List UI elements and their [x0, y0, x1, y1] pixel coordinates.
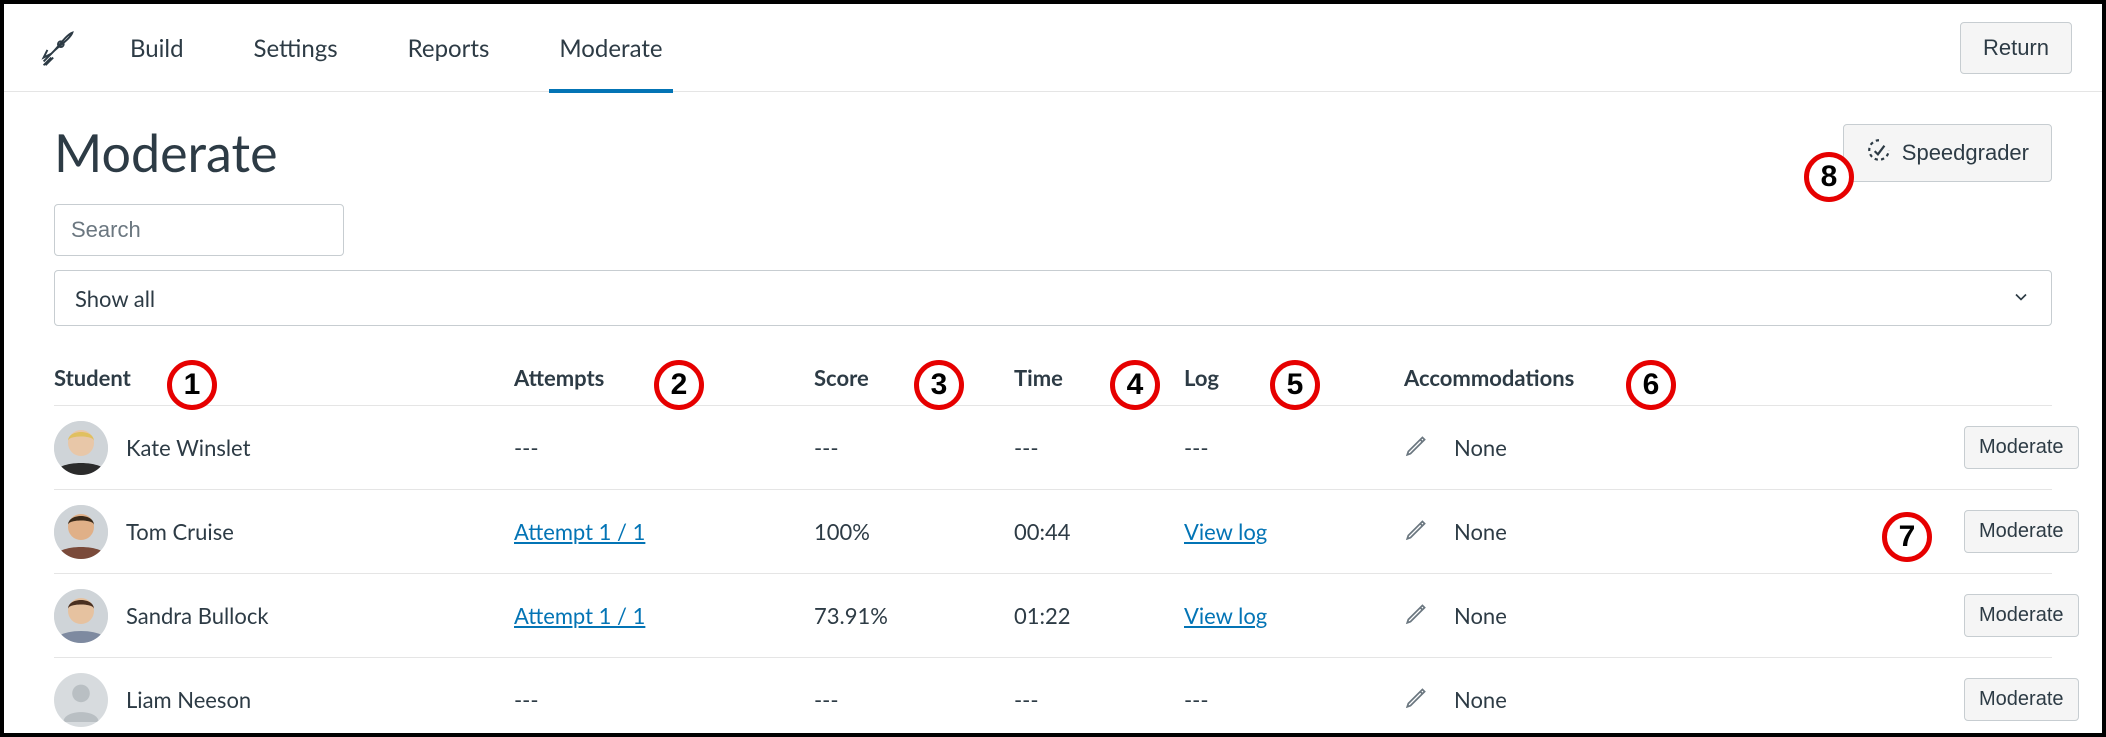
student-name: Tom Cruise	[126, 518, 234, 545]
tab-reports[interactable]: Reports	[408, 6, 490, 89]
col-student: Student	[54, 364, 514, 391]
col-attempts: Attempts	[514, 364, 814, 391]
nav-tabs: Build Settings Reports Moderate	[130, 6, 663, 89]
avatar	[54, 673, 108, 727]
avatar	[54, 589, 108, 643]
moderate-button[interactable]: Moderate	[1964, 594, 2079, 637]
pencil-icon[interactable]	[1404, 432, 1430, 463]
score-cell: 100%	[814, 518, 1014, 545]
student-name: Sandra Bullock	[126, 602, 269, 629]
moderate-button[interactable]: Moderate	[1964, 510, 2079, 553]
col-accommodations: Accommodations	[1404, 364, 1964, 391]
col-log: Log	[1184, 364, 1404, 391]
page-title: Moderate	[54, 122, 278, 184]
attempts-cell: ---	[514, 434, 539, 461]
pencil-icon[interactable]	[1404, 684, 1430, 715]
moderate-button[interactable]: Moderate	[1964, 678, 2079, 721]
speedgrader-icon	[1866, 137, 1892, 169]
tab-settings[interactable]: Settings	[254, 6, 338, 89]
student-name: Kate Winslet	[126, 434, 251, 461]
moderate-table: Student Attempts Score Time Log Accommod…	[54, 354, 2052, 737]
speedgrader-label: Speedgrader	[1902, 140, 2029, 166]
accommodations-cell: None	[1454, 518, 1507, 545]
tab-build[interactable]: Build	[130, 6, 184, 89]
table-row: Kate Winslet------------NoneModerate	[54, 406, 2052, 490]
log-cell: ---	[1184, 434, 1209, 461]
score-cell: 73.91%	[814, 602, 1014, 629]
time-cell: 01:22	[1014, 602, 1184, 629]
attempts-cell[interactable]: Attempt 1 / 1	[514, 602, 645, 629]
pencil-icon[interactable]	[1404, 600, 1430, 631]
table-row: Tom Cruise Attempt 1 / 1 100%00:44View log…	[54, 490, 2052, 574]
avatar	[54, 421, 108, 475]
return-button[interactable]: Return	[1960, 22, 2072, 74]
col-score: Score	[814, 364, 1014, 391]
score-cell: ---	[814, 434, 1014, 461]
avatar	[54, 505, 108, 559]
chevron-down-icon	[2011, 285, 2031, 312]
col-time: Time	[1014, 364, 1184, 391]
accommodations-cell: None	[1454, 434, 1507, 461]
tab-moderate[interactable]: Moderate	[559, 6, 662, 89]
log-cell[interactable]: View log	[1184, 518, 1267, 545]
table-row: Liam Neeson------------NoneModerate	[54, 658, 2052, 737]
accommodations-cell: None	[1454, 686, 1507, 713]
filter-dropdown[interactable]: Show all	[54, 270, 2052, 326]
pencil-icon[interactable]	[1404, 516, 1430, 547]
attempts-cell[interactable]: Attempt 1 / 1	[514, 518, 645, 545]
top-nav: Build Settings Reports Moderate Return	[4, 4, 2102, 92]
score-cell: ---	[814, 686, 1014, 713]
rocket-icon	[34, 25, 80, 71]
log-cell[interactable]: View log	[1184, 602, 1267, 629]
moderate-button[interactable]: Moderate	[1964, 426, 2079, 469]
main-content: Moderate Speedgrader Show all Student At…	[4, 92, 2102, 737]
time-cell: ---	[1014, 434, 1184, 461]
time-cell: 00:44	[1014, 518, 1184, 545]
accommodations-cell: None	[1454, 602, 1507, 629]
table-row: Sandra Bullock Attempt 1 / 1 73.91%01:22Vi…	[54, 574, 2052, 658]
time-cell: ---	[1014, 686, 1184, 713]
attempts-cell: ---	[514, 686, 539, 713]
search-input[interactable]	[54, 204, 344, 256]
student-name: Liam Neeson	[126, 686, 251, 713]
speedgrader-button[interactable]: Speedgrader	[1843, 124, 2052, 182]
table-header: Student Attempts Score Time Log Accommod…	[54, 354, 2052, 406]
filter-label: Show all	[75, 285, 155, 312]
log-cell: ---	[1184, 686, 1209, 713]
